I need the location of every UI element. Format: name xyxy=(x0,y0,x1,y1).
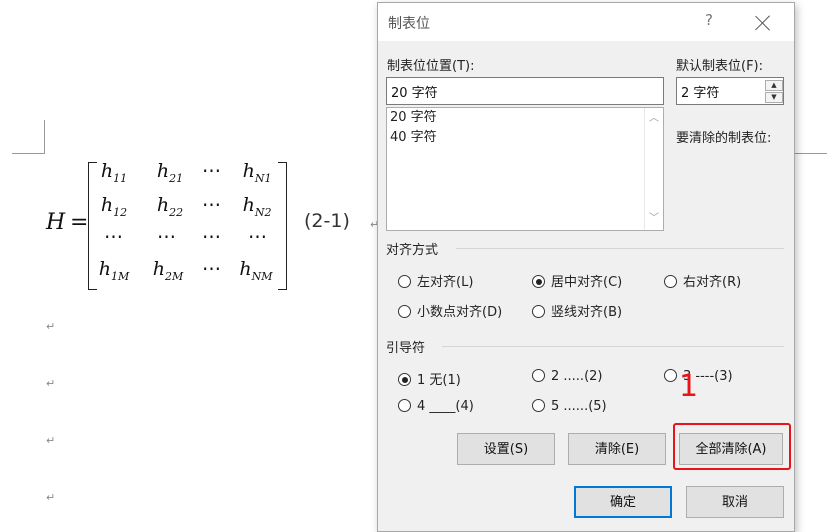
group-divider xyxy=(442,346,784,347)
matrix-cell: h12 xyxy=(100,194,128,219)
radio-icon[interactable] xyxy=(532,399,545,412)
tab-stop-position-input[interactable] xyxy=(386,77,664,105)
leader-group-title: 引导符 xyxy=(386,341,426,356)
matrix-cell: hN1 xyxy=(242,160,272,185)
paragraph-mark: ↵ xyxy=(46,434,56,447)
cancel-button[interactable]: 取消 xyxy=(686,486,784,518)
radio-leader-dots[interactable]: 2 .....(2) xyxy=(532,369,602,384)
radio-icon[interactable] xyxy=(532,369,545,382)
alignment-group-title: 对齐方式 xyxy=(386,243,439,258)
matrix-cell: ⋯ xyxy=(202,226,222,248)
paragraph-mark: ↵ xyxy=(46,377,56,390)
scroll-up-icon[interactable]: ︿ xyxy=(649,114,659,124)
radio-icon[interactable] xyxy=(532,305,545,318)
radio-align-right[interactable]: 右对齐(R) xyxy=(664,271,741,290)
matrix-cell: h1M xyxy=(98,258,130,283)
spin-up-icon[interactable]: ▲ xyxy=(765,80,783,91)
paragraph-mark: ↵ xyxy=(46,320,56,333)
tab-stop-list[interactable]: 20 字符 40 字符 ︿ ﹀ xyxy=(386,107,664,231)
list-item[interactable]: 40 字符 xyxy=(387,128,663,148)
radio-leader-underline[interactable]: 4 ____(4) xyxy=(398,399,474,414)
radio-align-decimal[interactable]: 小数点对齐(D) xyxy=(398,301,502,320)
close-icon[interactable] xyxy=(752,12,774,34)
help-button[interactable]: ? xyxy=(700,11,718,31)
matrix-cell: ⋯ xyxy=(248,226,268,248)
clear-button[interactable]: 清除(E) xyxy=(568,433,666,465)
ok-button[interactable]: 确定 xyxy=(574,486,672,518)
page-corner-mark-left xyxy=(12,120,45,154)
radio-checked-icon[interactable] xyxy=(532,275,545,288)
radio-icon[interactable] xyxy=(664,369,677,382)
matrix-cell: h11 xyxy=(100,160,128,185)
radio-align-left[interactable]: 左对齐(L) xyxy=(398,271,473,290)
annotation-number: 1 xyxy=(679,369,699,404)
equation-lhs: H xyxy=(46,210,66,235)
radio-leader-none[interactable]: 1 无(1) xyxy=(398,369,461,388)
equation-number: (2-1) xyxy=(304,210,350,232)
matrix-cell: ⋯ xyxy=(104,226,124,248)
default-tab-label: 默认制表位(F): xyxy=(676,59,764,74)
paragraph-mark: ↵ xyxy=(46,491,56,504)
tab-stops-dialog: 制表位 ? 制表位位置(T): 20 字符 40 字符 ︿ ﹀ 默认制表位(F)… xyxy=(377,2,795,532)
spin-down-icon[interactable]: ▼ xyxy=(765,92,783,103)
dialog-title: 制表位 xyxy=(388,16,430,32)
matrix-cell: hNM xyxy=(239,258,273,283)
radio-icon[interactable] xyxy=(398,305,411,318)
radio-icon[interactable] xyxy=(664,275,677,288)
radio-leader-middots[interactable]: 5 ......(5) xyxy=(532,399,607,414)
dialog-titlebar: 制表位 ? xyxy=(378,3,794,41)
scroll-down-icon[interactable]: ﹀ xyxy=(649,214,659,224)
equation-equals: = xyxy=(70,210,89,235)
group-divider xyxy=(456,248,784,249)
list-scrollbar[interactable]: ︿ ﹀ xyxy=(644,108,663,230)
radio-icon[interactable] xyxy=(398,275,411,288)
matrix-cell: hN2 xyxy=(242,194,272,219)
to-clear-label: 要清除的制表位: xyxy=(676,131,772,146)
annotation-highlight-box xyxy=(673,423,791,470)
radio-align-bar[interactable]: 竖线对齐(B) xyxy=(532,301,622,320)
radio-icon[interactable] xyxy=(398,399,411,412)
tab-stop-position-label: 制表位位置(T): xyxy=(387,59,475,74)
matrix-equation: H = h11 h21 ⋯ hN1 h12 h22 ⋯ hN2 ⋯ ⋯ ⋯ ⋯ … xyxy=(46,160,376,292)
radio-leader-dashes[interactable]: 3 ----(3) xyxy=(664,369,733,384)
radio-checked-icon[interactable] xyxy=(398,373,411,386)
radio-align-center[interactable]: 居中对齐(C) xyxy=(532,271,622,290)
list-item[interactable]: 20 字符 xyxy=(387,108,663,128)
set-button[interactable]: 设置(S) xyxy=(457,433,555,465)
